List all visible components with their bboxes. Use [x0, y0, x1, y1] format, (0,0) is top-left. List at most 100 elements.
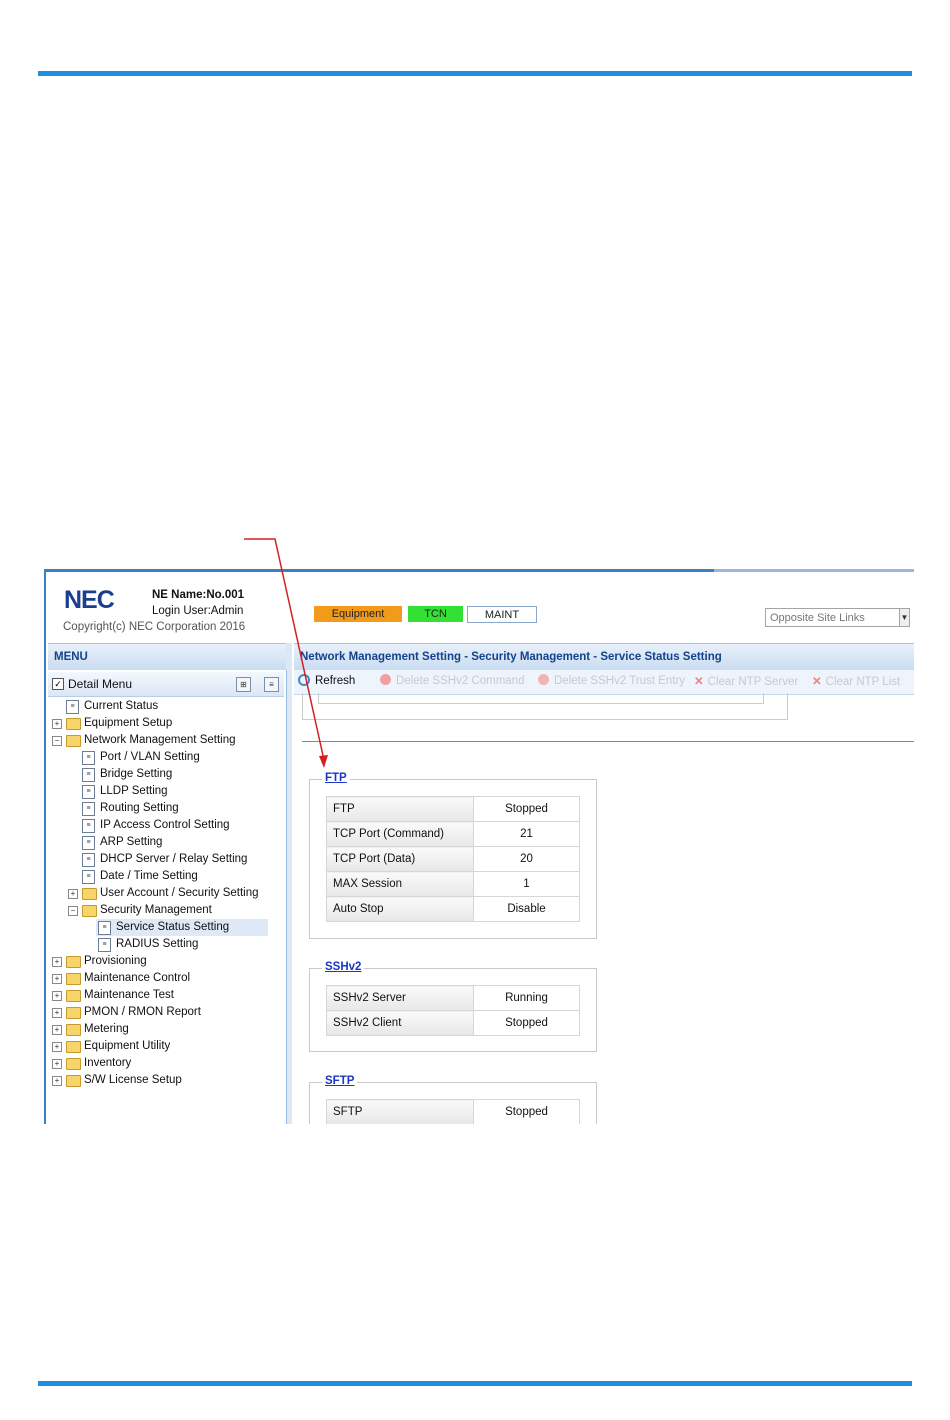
folder-open-icon — [82, 905, 97, 917]
folder-icon — [66, 1058, 81, 1070]
page-bottom-rule — [38, 1381, 912, 1386]
ftp-link[interactable]: FTP — [322, 772, 350, 784]
opposite-site-select[interactable]: Opposite Site Links ▼ — [765, 608, 910, 627]
tree-item-current-status[interactable]: ≡ Current Status — [66, 698, 266, 715]
delete-ssh-command-button[interactable]: Delete SSHv2 Command — [380, 674, 524, 687]
table-row: FTP Stopped — [326, 796, 580, 822]
sftp-table: SFTP Stopped — [326, 1099, 580, 1124]
collapse-all-icon[interactable]: ≡ — [264, 677, 279, 692]
table-row: SSHv2 Server Running — [326, 985, 580, 1011]
app-screenshot: NEC NE Name:No.001 Login User:Admin Copy… — [44, 569, 914, 1124]
refresh-icon — [298, 674, 310, 686]
sshv2-table: SSHv2 Server Running SSHv2 Client Stopped — [326, 985, 580, 1036]
folder-icon — [66, 1075, 81, 1087]
nec-logo: NEC — [64, 586, 115, 614]
clear-ntp-list-button[interactable]: ✕ Clear NTP List — [812, 674, 900, 688]
toolbar: Refresh Delete SSHv2 Command Delete SSHv… — [294, 670, 914, 695]
stop-icon — [380, 674, 391, 685]
section-separator — [302, 741, 914, 742]
folder-icon — [82, 888, 97, 900]
chevron-down-icon[interactable]: ▼ — [899, 609, 909, 626]
app-header: NEC NE Name:No.001 Login User:Admin Copy… — [46, 572, 914, 638]
table-row: SFTP Stopped — [326, 1099, 580, 1124]
tree-item-lldp-setting[interactable]: ≡ LLDP Setting — [82, 783, 272, 800]
tree-item-routing-setting[interactable]: ≡ Routing Setting — [82, 800, 272, 817]
tree-item-bridge-setting[interactable]: ≡ Bridge Setting — [82, 766, 272, 783]
sftp-group: SFTP SFTP Stopped — [309, 1075, 597, 1124]
expand-icon[interactable]: + — [52, 974, 62, 984]
tree-item-provisioning[interactable]: + Provisioning — [52, 953, 266, 970]
tree-item-equipment-setup[interactable]: + Equipment Setup — [52, 715, 266, 732]
tree-item-dhcp-server-relay-setting[interactable]: ≡ DHCP Server / Relay Setting — [82, 851, 272, 868]
opposite-site-label: Opposite Site Links — [770, 612, 865, 624]
tree-item-inventory[interactable]: + Inventory — [52, 1055, 266, 1072]
equipment-badge[interactable]: Equipment — [314, 606, 402, 622]
ftp-group: FTP FTP Stopped TCP Port (Command) 21 TCP … — [309, 772, 597, 939]
tcn-badge[interactable]: TCN — [408, 606, 463, 622]
expand-icon[interactable]: + — [68, 889, 78, 899]
table-row: Auto Stop Disable — [326, 896, 580, 922]
table-row: SSHv2 Client Stopped — [326, 1010, 580, 1036]
expand-icon[interactable]: + — [52, 1042, 62, 1052]
tree-item-ip-access-control-setting[interactable]: ≡ IP Access Control Setting — [82, 817, 272, 834]
expand-all-icon[interactable]: ⊞ — [236, 677, 251, 692]
expand-icon[interactable]: + — [52, 1059, 62, 1069]
collapse-icon[interactable]: − — [52, 736, 62, 746]
tree-item-sw-license-setup[interactable]: + S/W License Setup — [52, 1072, 266, 1089]
tree-item-equipment-utility[interactable]: + Equipment Utility — [52, 1038, 266, 1055]
expand-icon[interactable]: + — [52, 1025, 62, 1035]
folder-icon — [66, 1024, 81, 1036]
document-icon: ≡ — [82, 802, 95, 816]
folder-icon — [66, 990, 81, 1002]
sftp-link[interactable]: SFTP — [322, 1075, 358, 1087]
folder-open-icon — [66, 735, 81, 747]
tree-item-user-account-security-setting[interactable]: + User Account / Security Setting — [68, 885, 272, 902]
expand-icon[interactable]: + — [52, 957, 62, 967]
tree-item-pmon-rmon-report[interactable]: + PMON / RMON Report — [52, 1004, 266, 1021]
tree-item-network-management-setting[interactable]: − Network Management Setting — [52, 732, 266, 749]
stop-icon — [538, 674, 549, 685]
expand-icon[interactable]: + — [52, 1008, 62, 1018]
detail-menu-label: Detail Menu — [68, 677, 133, 691]
tree-item-radius-setting[interactable]: ≡ RADIUS Setting — [98, 936, 268, 953]
page-title: Network Management Setting - Security Ma… — [294, 643, 914, 671]
tree-item-port-vlan-setting[interactable]: ≡ Port / VLAN Setting — [82, 749, 272, 766]
document-icon: ≡ — [82, 819, 95, 833]
ftp-table: FTP Stopped TCP Port (Command) 21 TCP Port… — [326, 796, 580, 922]
copyright: Copyright(c) NEC Corporation 2016 — [63, 621, 246, 633]
refresh-button[interactable]: Refresh — [298, 674, 355, 687]
folder-icon — [66, 718, 81, 730]
expand-icon[interactable]: + — [52, 991, 62, 1001]
ne-name: NE Name:No.001 — [152, 589, 245, 601]
tree-item-metering[interactable]: + Metering — [52, 1021, 266, 1038]
document-icon: ≡ — [98, 938, 111, 952]
detail-menu-checkbox[interactable]: ✓ — [52, 678, 64, 690]
expand-icon[interactable]: + — [52, 1076, 62, 1086]
tree-item-maintenance-test[interactable]: + Maintenance Test — [52, 987, 266, 1004]
tree-item-security-management[interactable]: − Security Management — [68, 902, 272, 919]
menu-pane: ✓ Detail Menu ⊞ ≡ ≡ Current Status + Equ… — [46, 670, 287, 1124]
folder-icon — [66, 956, 81, 968]
document-icon: ≡ — [82, 785, 95, 799]
login-user: Login User:Admin — [152, 605, 244, 617]
page-top-rule — [38, 71, 912, 76]
document-icon: ≡ — [82, 751, 95, 765]
expand-icon[interactable]: + — [52, 719, 62, 729]
main-content: FTP FTP Stopped TCP Port (Command) 21 TCP … — [294, 693, 914, 1124]
previous-section-inner — [318, 693, 764, 704]
clear-ntp-server-button[interactable]: ✕ Clear NTP Server — [694, 674, 798, 688]
tree-item-arp-setting[interactable]: ≡ ARP Setting — [82, 834, 272, 851]
table-row: MAX Session 1 — [326, 871, 580, 897]
delete-ssh-trust-button[interactable]: Delete SSHv2 Trust Entry — [538, 674, 685, 687]
sshv2-link[interactable]: SSHv2 — [322, 961, 365, 973]
folder-icon — [66, 973, 81, 985]
menu-title: MENU — [48, 643, 290, 671]
sshv2-group: SSHv2 SSHv2 Server Running SSHv2 Client St… — [309, 961, 597, 1052]
tree-item-date-time-setting[interactable]: ≡ Date / Time Setting — [82, 868, 272, 885]
tree-item-maintenance-control[interactable]: + Maintenance Control — [52, 970, 266, 987]
tree-item-service-status-setting[interactable]: ≡ Service Status Setting — [96, 919, 268, 936]
maint-badge[interactable]: MAINT — [467, 606, 537, 623]
close-icon: ✕ — [694, 676, 704, 688]
collapse-icon[interactable]: − — [68, 906, 78, 916]
document-icon: ≡ — [82, 853, 95, 867]
